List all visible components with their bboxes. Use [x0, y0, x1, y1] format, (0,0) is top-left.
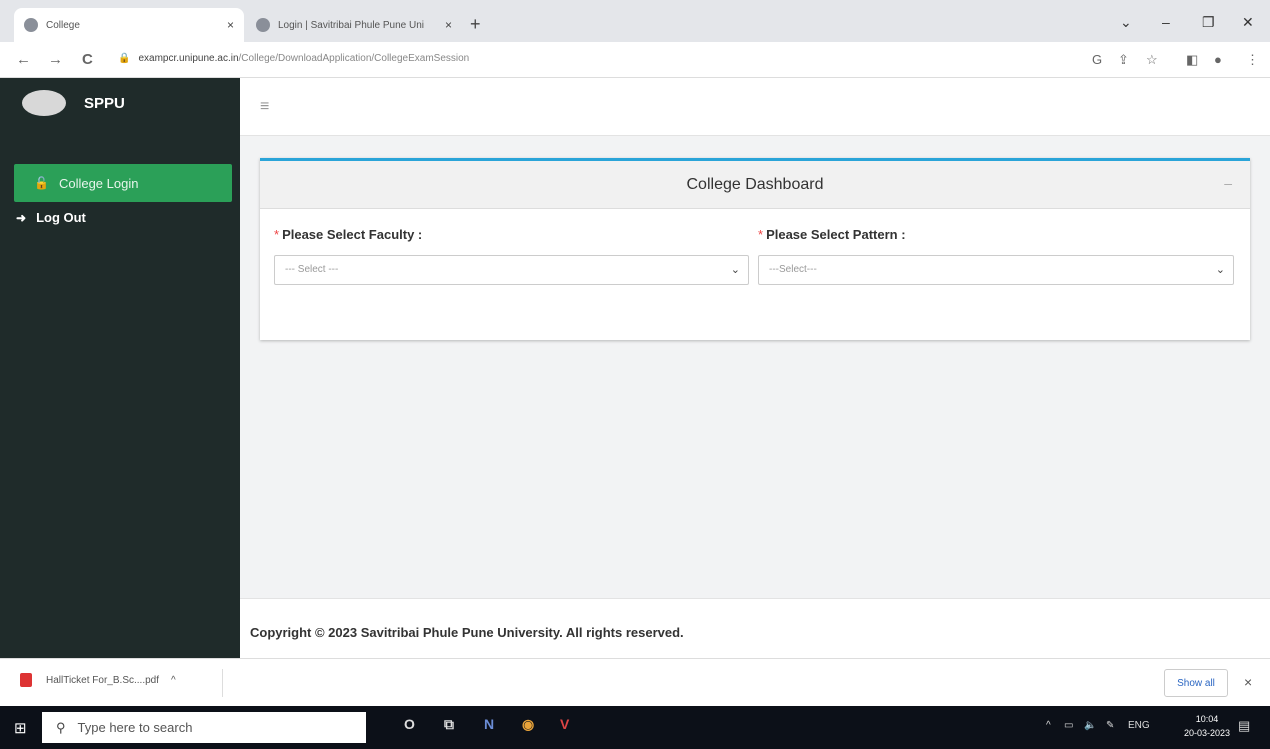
download-item[interactable]: HallTicket For_B.Sc....pdf ^ [20, 673, 176, 687]
google-icon[interactable]: G [1092, 52, 1102, 67]
sidebar-item-logout[interactable]: ➜ Log Out [16, 210, 86, 225]
card-title: College Dashboard [686, 175, 824, 193]
reload-button[interactable]: C [82, 51, 93, 68]
top-bar: ≡ [240, 78, 1270, 136]
chrome-icon[interactable]: ◉ [522, 716, 534, 733]
pattern-label: * Please Select Pattern : [758, 227, 1234, 247]
pen-icon[interactable]: ✎ [1106, 720, 1114, 731]
tray-chevron-icon[interactable]: ^ [1046, 720, 1051, 731]
logout-icon: ➜ [16, 210, 27, 225]
taskbar-search-placeholder: Type here to search [77, 720, 193, 735]
profile-icon[interactable]: ● [1214, 52, 1222, 67]
task-view-icon[interactable]: ⧉ [444, 716, 454, 733]
copyright-text: Copyright © 2023 Savitribai Phule Pune U… [250, 625, 684, 640]
new-tab-button[interactable]: + [470, 14, 481, 35]
show-all-button[interactable]: Show all [1164, 669, 1228, 697]
url-host: exampcr.unipune.ac.in [138, 53, 239, 64]
app-icon[interactable]: V [560, 716, 569, 732]
hamburger-menu-icon[interactable]: ≡ [260, 98, 269, 116]
faculty-select[interactable]: --- Select --- ⌄ [274, 255, 749, 285]
chevron-down-icon: ⌄ [1215, 264, 1225, 276]
main-content: ≡ College Dashboard – * Please Select Fac… [240, 78, 1270, 658]
download-filename: HallTicket For_B.Sc....pdf [46, 674, 159, 686]
taskbar-clock[interactable]: 10:04 20-03-2023 [1184, 712, 1230, 740]
favicon-icon [24, 18, 38, 32]
clock-date: 20-03-2023 [1184, 728, 1231, 738]
tab-close-icon[interactable]: × [445, 18, 452, 32]
download-bar: HallTicket For_B.Sc....pdf ^ Show all × [0, 658, 1270, 706]
required-marker: * [758, 227, 764, 242]
address-bar: ← → C 🔒 exampcr.unipune.ac.in/College/Dow… [0, 42, 1270, 78]
pattern-field: * Please Select Pattern : ---Select--- ⌄ [758, 227, 1234, 285]
browser-tab-strip: College × Login | Savitribai Phule Pune … [0, 0, 1270, 42]
tab-login[interactable]: Login | Savitribai Phule Pune Uni × [246, 8, 462, 42]
back-button[interactable]: ← [16, 51, 31, 68]
minimize-button[interactable]: – [1162, 14, 1170, 30]
taskbar-search[interactable]: ⚲ Type here to search [42, 712, 366, 743]
close-window-button[interactable]: ✕ [1242, 14, 1254, 31]
tab-close-icon[interactable]: × [227, 18, 234, 32]
sidebar-item-label: Log Out [36, 210, 86, 225]
url-field[interactable]: 🔒 exampcr.unipune.ac.in/College/DownloadA… [118, 53, 469, 64]
tab-title: College [46, 19, 80, 31]
brand[interactable]: SPPU [22, 90, 125, 116]
search-icon: ⚲ [56, 719, 66, 735]
brand-name: SPPU [84, 94, 125, 112]
restore-button[interactable]: ❐ [1202, 14, 1215, 31]
tab-college[interactable]: College × [14, 8, 244, 42]
favicon-icon [256, 18, 270, 32]
lock-icon: 🔓 [34, 176, 49, 190]
language-indicator[interactable]: ENG [1128, 720, 1150, 731]
url-path: /College/DownloadApplication/CollegeExam… [238, 53, 470, 64]
close-download-bar-icon[interactable]: × [1244, 674, 1252, 690]
bookmark-star-icon[interactable]: ☆ [1146, 52, 1158, 68]
notification-icon[interactable]: ▤ [1238, 718, 1250, 734]
faculty-label: * Please Select Faculty : [274, 227, 749, 247]
network-icon[interactable]: ▭ [1064, 720, 1073, 731]
volume-icon[interactable]: 🔈 [1084, 720, 1096, 731]
lock-icon: 🔒 [118, 53, 131, 64]
forward-button[interactable]: → [48, 51, 63, 68]
onenote-icon[interactable]: N [484, 716, 494, 732]
required-marker: * [274, 227, 280, 242]
tab-search-icon[interactable]: ⌄ [1120, 14, 1132, 31]
pattern-label-text: Please Select Pattern : [766, 227, 906, 242]
college-dashboard-card: College Dashboard – * Please Select Facul… [260, 158, 1250, 340]
university-logo [22, 90, 66, 116]
chevron-down-icon: ⌄ [730, 264, 740, 276]
chevron-up-icon[interactable]: ^ [171, 675, 176, 686]
faculty-selected-value: --- Select --- [285, 264, 339, 275]
share-icon[interactable]: ⇪ [1118, 52, 1129, 68]
tab-title: Login | Savitribai Phule Pune Uni [278, 19, 425, 31]
faculty-label-text: Please Select Faculty : [282, 227, 423, 242]
collapse-icon[interactable]: – [1224, 175, 1232, 191]
divider [222, 669, 223, 697]
faculty-field: * Please Select Faculty : --- Select --- … [274, 227, 749, 285]
card-header: College Dashboard – [260, 161, 1250, 209]
sidebar-item-label: College Login [58, 175, 139, 191]
pattern-select[interactable]: ---Select--- ⌄ [758, 255, 1234, 285]
windows-taskbar: ⊞ ⚲ Type here to search O ⧉ N ◉ V ^ ▭ 🔈 … [0, 706, 1270, 749]
menu-kebab-icon[interactable]: ⋮ [1246, 52, 1259, 68]
pdf-file-icon [20, 673, 32, 687]
side-panel-icon[interactable]: ◧ [1186, 52, 1198, 68]
clock-time: 10:04 [1195, 714, 1219, 724]
windows-start-icon[interactable]: ⊞ [14, 719, 27, 737]
sidebar-item-college-login[interactable]: 🔓 College Login [14, 164, 232, 202]
footer: Copyright © 2023 Savitribai Phule Pune U… [240, 598, 1270, 658]
pattern-selected-value: ---Select--- [769, 264, 817, 275]
sidebar: SPPU 🔓 College Login ➜ Log Out [0, 78, 240, 658]
cortana-icon[interactable]: O [404, 716, 415, 732]
